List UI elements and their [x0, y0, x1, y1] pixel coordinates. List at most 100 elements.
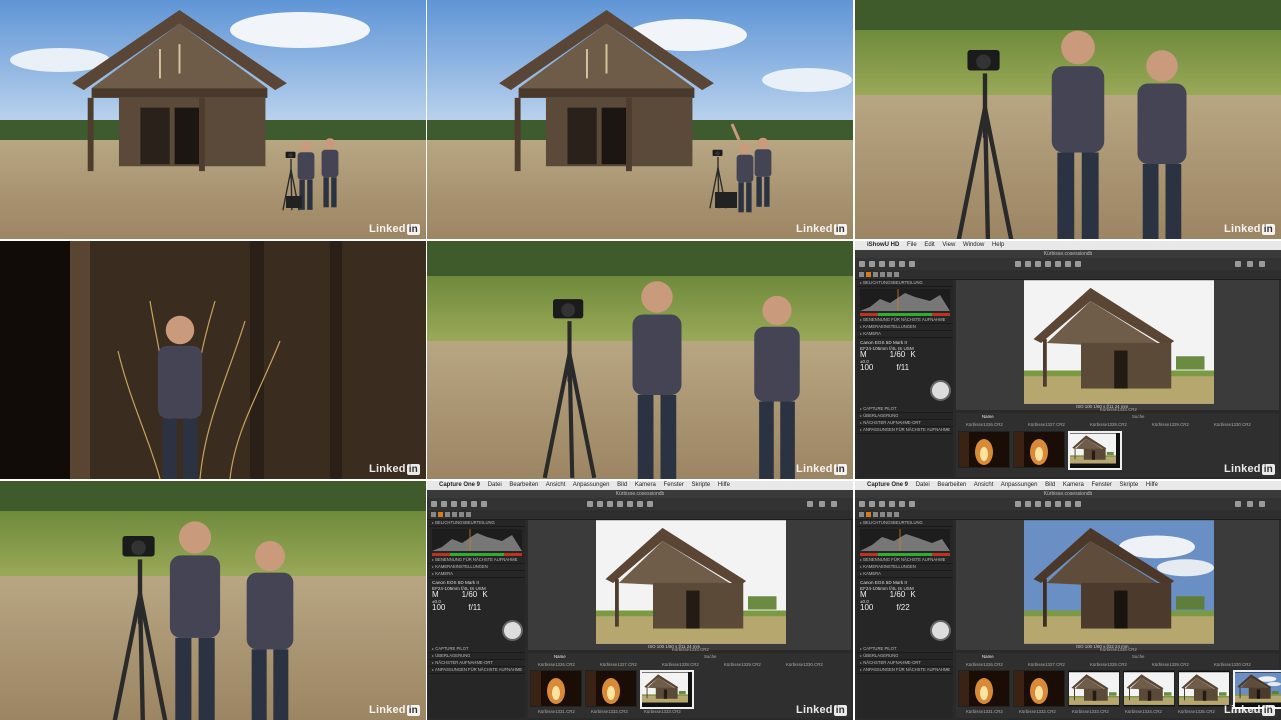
section-next-capture-adjustments[interactable]: ANPASSUNGEN FÜR NÄCHSTE AUFNAHME [857, 667, 953, 674]
section-naming[interactable]: BENENNUNG FÜR NÄCHSTE AUFNAHME [857, 317, 953, 324]
thumbnail[interactable] [1013, 431, 1065, 468]
menu-window[interactable]: Window [963, 242, 984, 248]
rotate-icon[interactable] [889, 261, 895, 267]
aperture-value[interactable]: f/11 [468, 603, 481, 612]
section-camera[interactable]: KAMERA [429, 571, 525, 578]
menu-fenster[interactable]: Fenster [1092, 482, 1112, 488]
pan-icon[interactable] [1015, 261, 1021, 267]
exposure-tab-icon[interactable] [887, 272, 892, 277]
section-naming[interactable]: BENENNUNG FÜR NÄCHSTE AUFNAHME [857, 557, 953, 564]
menu-kamera[interactable]: Kamera [1063, 482, 1084, 488]
exposure-mode[interactable]: M [860, 350, 867, 359]
thumbnail[interactable] [1123, 670, 1175, 707]
shutter-speed[interactable]: 1/60 [890, 350, 906, 359]
menu-app[interactable]: iShowU HD [867, 242, 899, 248]
settings-icon[interactable] [831, 501, 837, 507]
keystone-icon[interactable] [1045, 261, 1051, 267]
section-overlay[interactable]: ÜBERLAGERUNG [429, 653, 525, 660]
search-field[interactable]: Suche [1132, 414, 1144, 419]
picker-icon[interactable] [637, 501, 643, 507]
straighten-icon[interactable] [1035, 501, 1041, 507]
thumbnail[interactable] [958, 670, 1010, 707]
live-view-icon[interactable] [879, 261, 885, 267]
thumbnail[interactable] [1013, 670, 1065, 707]
picker-icon[interactable] [1065, 261, 1071, 267]
capture-icon[interactable] [869, 501, 875, 507]
aperture-value[interactable]: f/22 [896, 603, 909, 612]
capture-button[interactable] [502, 620, 523, 641]
redo-icon[interactable] [909, 501, 915, 507]
menu-view[interactable]: View [942, 242, 955, 248]
redo-icon[interactable] [909, 261, 915, 267]
rotate-icon[interactable] [461, 501, 467, 507]
search-field[interactable]: Suche [1132, 654, 1144, 659]
menu-edit[interactable]: Edit [924, 242, 934, 248]
details-tab-icon[interactable] [894, 272, 899, 277]
menu-datei[interactable]: Datei [488, 482, 502, 488]
settings-icon[interactable] [1259, 261, 1265, 267]
keystone-icon[interactable] [1045, 501, 1051, 507]
menu-hilfe[interactable]: Hilfe [718, 482, 730, 488]
thumbnail-selected[interactable] [640, 670, 694, 709]
import-icon[interactable] [859, 501, 865, 507]
lens-tab-icon[interactable] [445, 512, 450, 517]
print-icon[interactable] [819, 501, 825, 507]
section-exposure-evaluation[interactable]: BELICHTUNGSBEURTEILUNG [429, 520, 525, 527]
capture-tab-icon[interactable] [438, 512, 443, 517]
crop-icon[interactable] [597, 501, 603, 507]
color-tab-icon[interactable] [452, 512, 457, 517]
crop-icon[interactable] [1025, 501, 1031, 507]
thumbnail[interactable] [585, 670, 637, 707]
section-next-capture-location[interactable]: NÄCHSTER AUFNAHME-ORT [857, 420, 953, 427]
annotate-icon[interactable] [1075, 501, 1081, 507]
iso-value[interactable]: 100 [432, 603, 445, 612]
lens-tab-icon[interactable] [873, 512, 878, 517]
menu-ansicht[interactable]: Ansicht [974, 482, 994, 488]
thumbnail[interactable] [1178, 670, 1230, 707]
annotate-icon[interactable] [1075, 261, 1081, 267]
library-tab-icon[interactable] [859, 512, 864, 517]
library-tab-icon[interactable] [859, 272, 864, 277]
section-next-capture-adjustments[interactable]: ANPASSUNGEN FÜR NÄCHSTE AUFNAHME [857, 427, 953, 434]
undo-icon[interactable] [471, 501, 477, 507]
section-naming[interactable]: BENENNUNG FÜR NÄCHSTE AUFNAHME [429, 557, 525, 564]
section-camera-settings[interactable]: KAMERAEINSTELLUNGEN [857, 564, 953, 571]
aperture-value[interactable]: f/11 [896, 363, 909, 372]
section-camera[interactable]: KAMERA [857, 571, 953, 578]
section-capture-pilot[interactable]: CAPTURE PILOT [429, 646, 525, 653]
library-tab-icon[interactable] [431, 512, 436, 517]
section-camera[interactable]: KAMERA [857, 331, 953, 338]
section-capture-pilot[interactable]: CAPTURE PILOT [857, 406, 953, 413]
menu-fenster[interactable]: Fenster [664, 482, 684, 488]
search-field[interactable]: Suche [704, 654, 716, 659]
capture-tab-icon[interactable] [866, 512, 871, 517]
color-tab-icon[interactable] [880, 512, 885, 517]
menu-bearbeiten[interactable]: Bearbeiten [937, 482, 966, 488]
live-view-icon[interactable] [879, 501, 885, 507]
image-viewer[interactable]: ISO 100 1/60 s f/11 24 mm [528, 520, 851, 650]
white-balance-kelvin[interactable]: K [910, 350, 915, 359]
lens-tab-icon[interactable] [873, 272, 878, 277]
white-balance-kelvin[interactable]: K [910, 590, 915, 599]
print-icon[interactable] [1247, 501, 1253, 507]
white-balance-kelvin[interactable]: K [482, 590, 487, 599]
thumbnail-selected[interactable] [1068, 431, 1122, 470]
capture-button[interactable] [930, 620, 951, 641]
menu-bearbeiten[interactable]: Bearbeiten [509, 482, 538, 488]
menu-anpassungen[interactable]: Anpassungen [573, 482, 610, 488]
details-tab-icon[interactable] [466, 512, 471, 517]
menu-skripte[interactable]: Skripte [1120, 482, 1139, 488]
color-tab-icon[interactable] [880, 272, 885, 277]
section-next-capture-location[interactable]: NÄCHSTER AUFNAHME-ORT [429, 660, 525, 667]
section-camera-settings[interactable]: KAMERAEINSTELLUNGEN [857, 324, 953, 331]
details-tab-icon[interactable] [894, 512, 899, 517]
section-capture-pilot[interactable]: CAPTURE PILOT [857, 646, 953, 653]
section-next-capture-location[interactable]: NÄCHSTER AUFNAHME-ORT [857, 660, 953, 667]
pan-icon[interactable] [587, 501, 593, 507]
grid-icon[interactable] [1235, 261, 1241, 267]
sort-name-column[interactable]: Name [982, 654, 994, 659]
picker-icon[interactable] [1065, 501, 1071, 507]
menu-help[interactable]: Help [992, 242, 1004, 248]
annotate-icon[interactable] [647, 501, 653, 507]
sort-name-column[interactable]: Name [554, 654, 566, 659]
